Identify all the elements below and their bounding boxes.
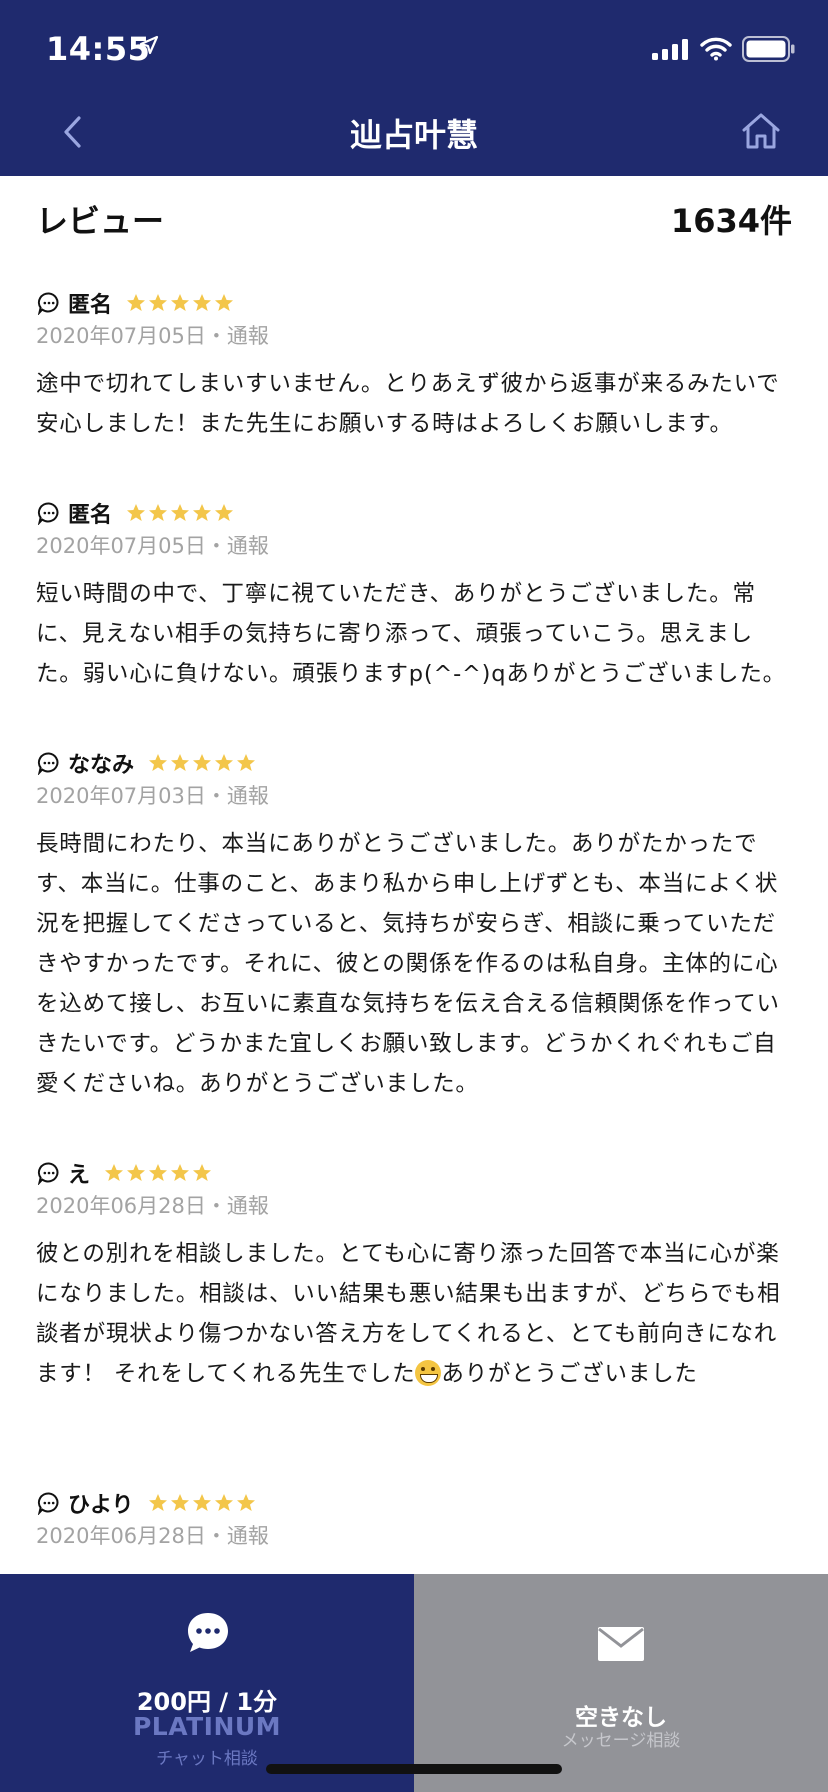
star-rating <box>104 1163 212 1183</box>
reviewer-name: ななみ <box>68 753 135 778</box>
home-icon <box>742 113 780 149</box>
review-meta: 2020年07月03日・通報 <box>36 781 792 811</box>
comment-icon <box>36 1160 62 1186</box>
star-rating <box>148 1493 256 1513</box>
chat-consult-button[interactable]: 200円 / 1分 PLATINUM チャット相談 <box>0 1574 414 1792</box>
chat-tier: PLATINUM <box>132 1712 282 1741</box>
comment-icon <box>36 1490 62 1516</box>
review-date: 2020年07月05日 <box>36 324 206 348</box>
star-icon <box>171 1164 190 1181</box>
meta-separator: ・ <box>205 1194 227 1218</box>
navigation-bar: 辿占叶慧 <box>0 92 828 176</box>
report-link[interactable]: 通報 <box>227 534 269 558</box>
review-meta: 2020年06月28日・通報 <box>36 1191 792 1221</box>
message-label: メッセージ相談 <box>561 1731 681 1751</box>
star-icon <box>149 294 168 311</box>
review-body-text: ありがとうございました <box>441 1361 698 1387</box>
reviewer-name: 匿名 <box>68 293 113 318</box>
star-icon <box>170 1494 189 1511</box>
star-icon <box>192 1494 211 1511</box>
review-item: ななみ 2020年07月03日・通報 長時間にわたり、本当にありがとうございまし… <box>36 748 792 1104</box>
review-item: 匿名 2020年07月05日・通報 途中で切れてしまいすいません。とりあえず彼か… <box>36 288 792 444</box>
status-indicators <box>652 36 796 66</box>
star-icon <box>127 294 146 311</box>
star-icon <box>171 294 190 311</box>
review-item: ひより 2020年06月28日・通報 <box>36 1488 792 1551</box>
star-icon <box>193 754 212 771</box>
star-icon <box>127 504 146 521</box>
review-date: 2020年06月28日 <box>36 1524 206 1548</box>
star-icon <box>149 1164 168 1181</box>
cellular-signal-icon <box>652 38 690 64</box>
page-title: 辿占叶慧 <box>349 116 478 154</box>
home-indicator[interactable] <box>266 1764 562 1774</box>
review-body: 彼との別れを相談しました。とても心に寄り添った回答で本当に心が楽になりました。相… <box>36 1234 792 1394</box>
comment-icon <box>36 500 62 526</box>
report-link[interactable]: 通報 <box>227 784 269 808</box>
battery-icon <box>742 36 796 66</box>
meta-separator: ・ <box>205 1524 227 1548</box>
reviews-count: 1634件 <box>670 202 792 240</box>
reviewer-name: え <box>68 1163 91 1188</box>
reviews-title: レビュー <box>36 202 165 240</box>
home-button[interactable] <box>738 108 784 154</box>
star-icon <box>193 1164 212 1181</box>
star-icon <box>171 504 190 521</box>
review-body: 短い時間の中で、丁寧に視ていただき、ありがとうございました。常に、見えない相手の… <box>36 581 786 687</box>
star-icon <box>105 1164 124 1181</box>
star-icon <box>215 294 234 311</box>
status-time: 14:55 <box>46 30 151 68</box>
review-item: 匿名 2020年07月05日・通報 短い時間の中で、丁寧に視ていただき、ありがと… <box>36 498 792 694</box>
star-icon <box>171 754 190 771</box>
review-date: 2020年07月03日 <box>36 784 206 808</box>
comment-icon <box>36 750 62 776</box>
mail-icon <box>598 1627 644 1661</box>
star-icon <box>214 1494 233 1511</box>
grinning-face-emoji-icon <box>415 1360 442 1386</box>
star-icon <box>149 754 168 771</box>
star-icon <box>127 1164 146 1181</box>
star-icon <box>237 754 256 771</box>
star-rating <box>126 293 234 313</box>
meta-separator: ・ <box>205 784 227 808</box>
review-date: 2020年07月05日 <box>36 534 206 558</box>
review-body: 長時間にわたり、本当にありがとうございました。ありがたかったです、本当に。仕事の… <box>36 831 780 1097</box>
star-icon <box>193 504 212 521</box>
star-icon <box>149 504 168 521</box>
meta-separator: ・ <box>205 534 227 558</box>
meta-separator: ・ <box>205 324 227 348</box>
location-arrow-icon <box>138 34 160 60</box>
star-rating <box>126 503 234 523</box>
star-icon <box>215 504 234 521</box>
review-meta: 2020年06月28日・通報 <box>36 1521 792 1551</box>
star-icon <box>148 1494 167 1511</box>
reviewer-name: 匿名 <box>68 503 113 528</box>
star-icon <box>236 1494 255 1511</box>
message-consult-button[interactable]: 空きなし メッセージ相談 <box>414 1574 828 1792</box>
reviews-header: レビュー 1634件 <box>36 196 792 244</box>
star-icon <box>215 754 234 771</box>
review-meta: 2020年07月05日・通報 <box>36 531 792 561</box>
report-link[interactable]: 通報 <box>227 324 269 348</box>
status-bar: 14:55 <box>0 0 828 92</box>
wifi-icon <box>700 37 732 65</box>
review-date: 2020年06月28日 <box>36 1194 206 1218</box>
star-icon <box>193 294 212 311</box>
review-item: え 2020年06月28日・通報 彼との別れを相談しました。とても心に寄り添った… <box>36 1158 792 1394</box>
report-link[interactable]: 通報 <box>227 1194 269 1218</box>
star-rating <box>148 753 256 773</box>
bottom-action-bar: 200円 / 1分 PLATINUM チャット相談 空きなし メッセージ相談 <box>0 1574 828 1792</box>
review-body: 途中で切れてしまいすいません。とりあえず彼から返事が来るみたいで安心しました！ま… <box>36 371 780 437</box>
comment-icon <box>36 290 62 316</box>
chat-bubble-icon <box>188 1613 228 1652</box>
review-meta: 2020年07月05日・通報 <box>36 321 792 351</box>
report-link[interactable]: 通報 <box>227 1524 269 1548</box>
reviewer-name: ひより <box>68 1493 134 1518</box>
